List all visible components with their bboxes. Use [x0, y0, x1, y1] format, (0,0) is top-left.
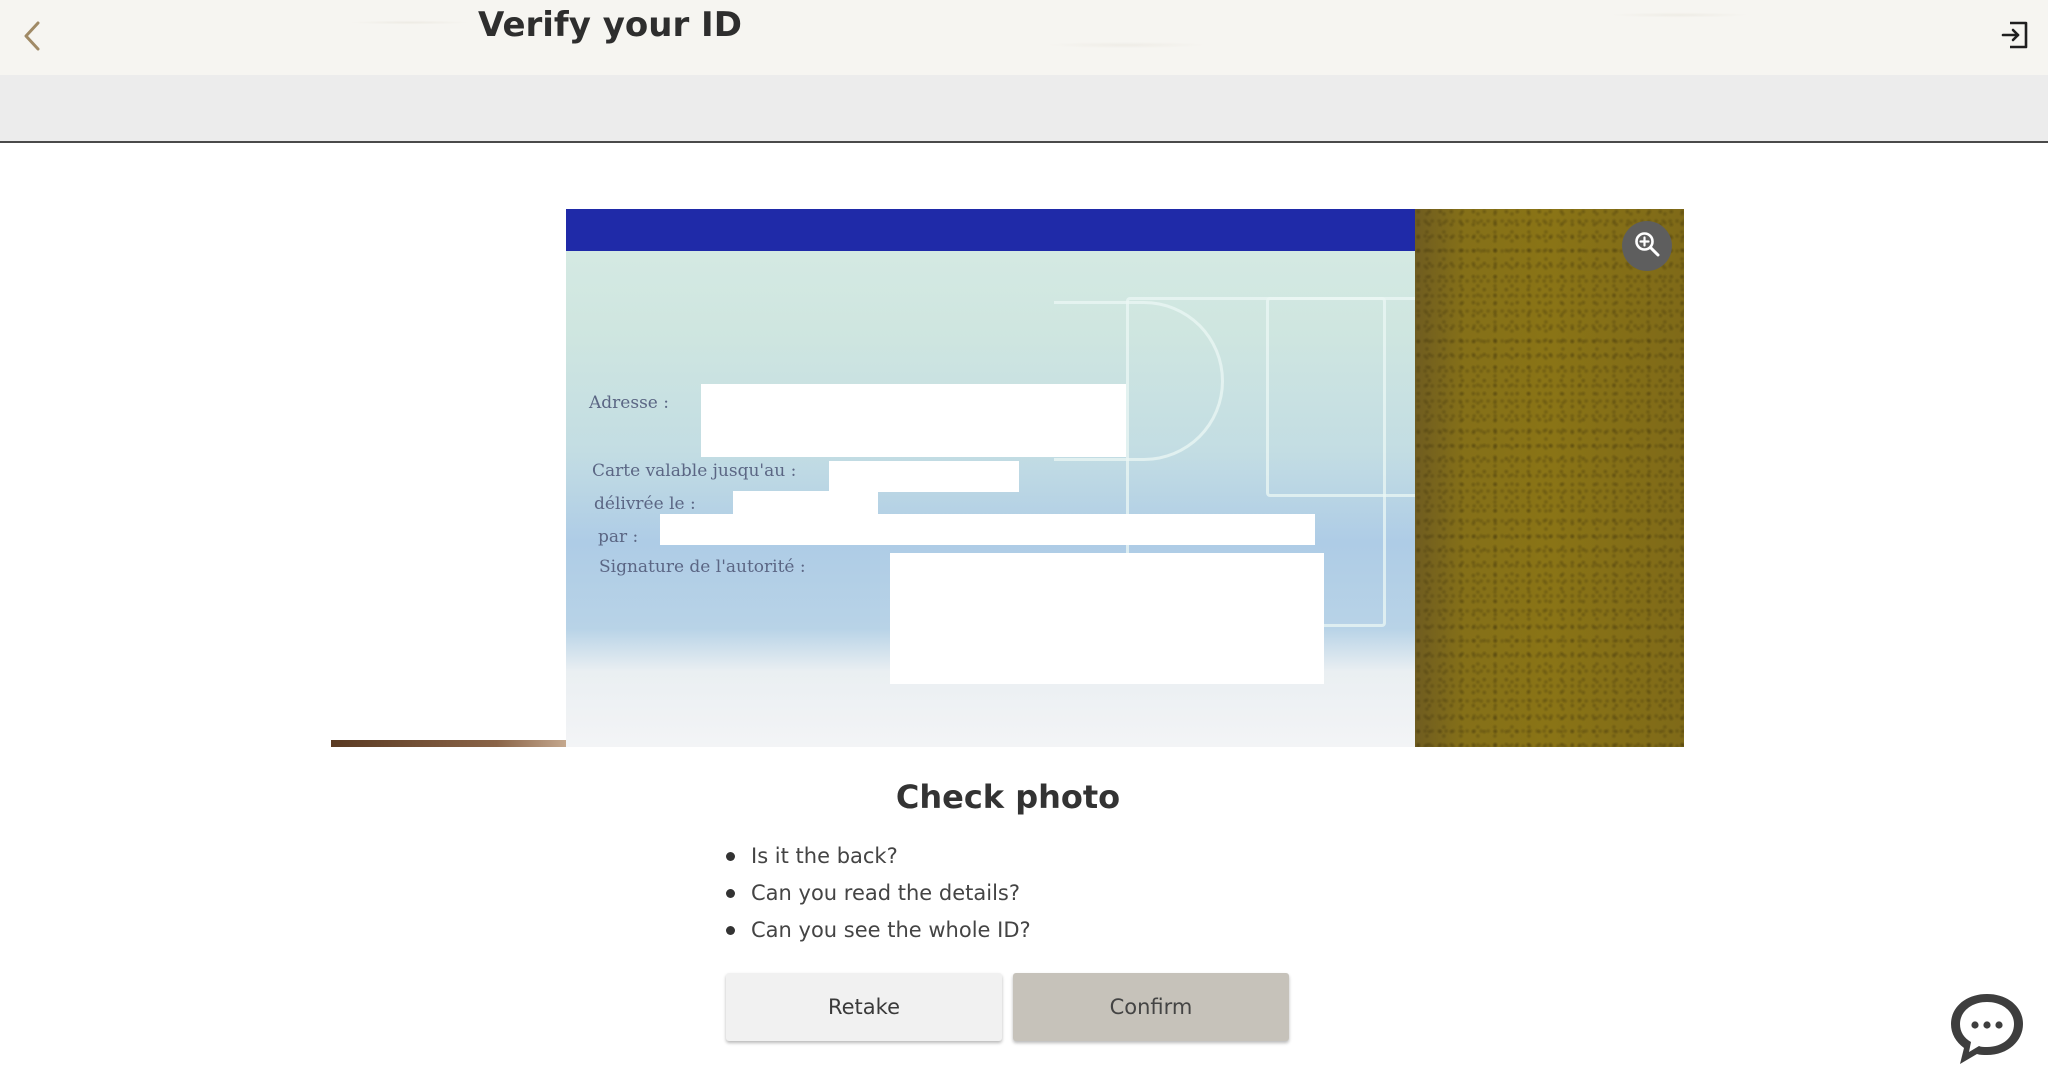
app-header: Verify your ID: [0, 0, 2048, 75]
header-subbar: [0, 75, 2048, 143]
photo-background-wall: [1415, 209, 1684, 747]
check-list: Is it the back? Can you read the details…: [724, 838, 1031, 949]
redaction-box: [733, 491, 878, 514]
card-label-address: Adresse :: [589, 393, 669, 413]
card-label-issued-on: délivrée le :: [594, 494, 696, 514]
exit-icon: [2000, 20, 2030, 54]
zoom-button[interactable]: [1622, 221, 1672, 271]
page-title: Verify your ID: [478, 5, 742, 45]
id-card-back: Adresse : Carte valable jusqu'au : déliv…: [566, 209, 1446, 747]
chat-button[interactable]: [1946, 988, 2028, 1070]
card-label-valid-until: Carte valable jusqu'au :: [592, 461, 797, 481]
redaction-box: [829, 461, 1019, 492]
id-photo-preview: Adresse : Carte valable jusqu'au : déliv…: [331, 209, 1684, 747]
chat-bubble-icon: [1946, 994, 2028, 1074]
check-list-item: Can you read the details?: [724, 875, 1031, 912]
check-list-item: Is it the back?: [724, 838, 1031, 875]
redaction-box: [701, 384, 1126, 457]
card-label-signature: Signature de l'autorité :: [599, 557, 806, 577]
card-label-issued-by: par :: [598, 527, 639, 547]
photo-left-margin: [331, 209, 566, 747]
zoom-in-icon: [1633, 230, 1661, 262]
redaction-box: [660, 514, 1315, 545]
back-button[interactable]: [14, 18, 50, 58]
check-list-item: Can you see the whole ID?: [724, 912, 1031, 949]
photo-edge-strip: [331, 740, 567, 747]
exit-button[interactable]: [1998, 20, 2032, 54]
check-photo-heading: Check photo: [895, 778, 1121, 816]
redaction-box: [890, 553, 1324, 684]
retake-button[interactable]: Retake: [726, 973, 1002, 1041]
chevron-left-icon: [22, 20, 42, 56]
confirm-button[interactable]: Confirm: [1013, 973, 1289, 1041]
